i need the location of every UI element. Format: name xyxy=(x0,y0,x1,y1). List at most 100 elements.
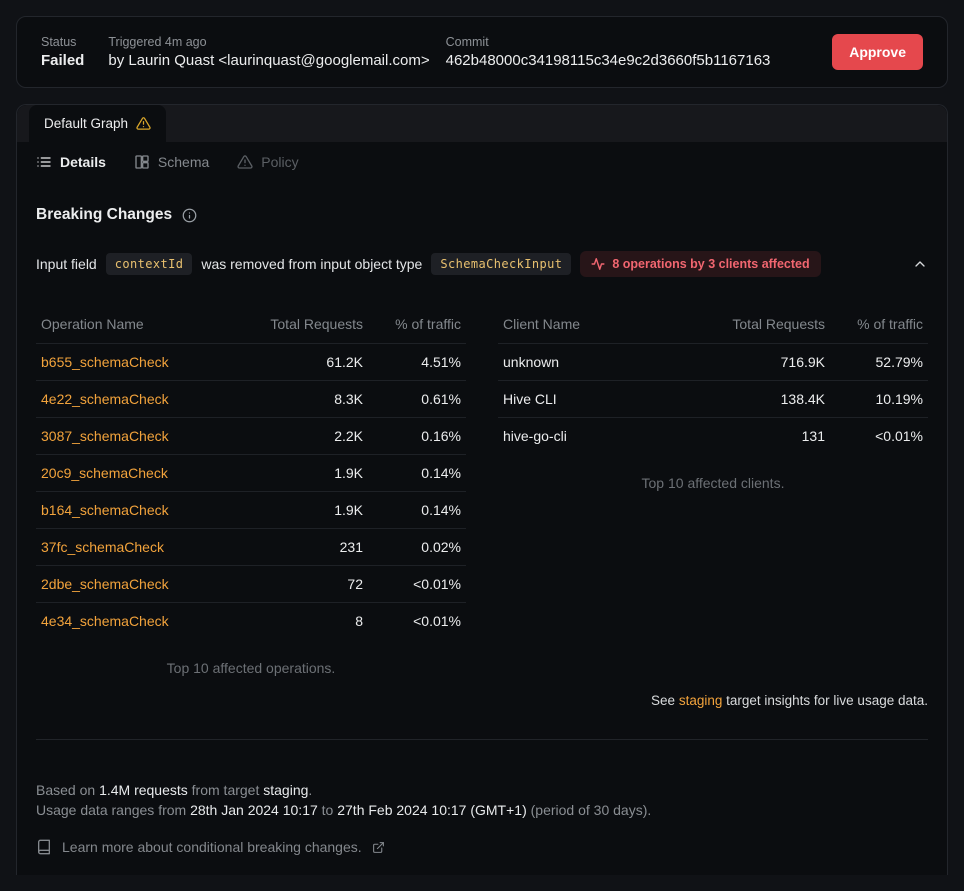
footer-text: 1.4M requests xyxy=(99,782,188,798)
list-icon xyxy=(36,154,52,170)
traffic-value: 0.61% xyxy=(363,391,461,407)
client-name: Hive CLI xyxy=(503,391,710,407)
operation-link[interactable]: 20c9_schemaCheck xyxy=(41,465,248,481)
chevron-up-icon[interactable] xyxy=(912,256,928,272)
table-row: 2dbe_schemaCheck 72 <0.01% xyxy=(36,565,466,602)
requests-value: 1.9K xyxy=(248,502,363,518)
tab-schema[interactable]: Schema xyxy=(134,154,209,170)
check-detail-card: Default Graph Details Schema Policy xyxy=(16,104,948,875)
traffic-value: 0.16% xyxy=(363,428,461,444)
traffic-value: 0.14% xyxy=(363,465,461,481)
field-code-chip: contextId xyxy=(106,253,193,275)
note-pre: See xyxy=(651,693,679,708)
details-content: Breaking Changes Input field contextId w… xyxy=(17,206,947,855)
table-row: 37fc_schemaCheck 231 0.02% xyxy=(36,528,466,565)
note-post: target insights for live usage data. xyxy=(722,693,928,708)
requests-value: 72 xyxy=(248,576,363,592)
table-row: 20c9_schemaCheck 1.9K 0.14% xyxy=(36,454,466,491)
triggered-value: by Laurin Quast <laurinquast@googlemail.… xyxy=(108,52,429,69)
operations-caption: Top 10 affected operations. xyxy=(36,660,466,676)
footer-text: Based on xyxy=(36,782,99,798)
graph-tab-label: Default Graph xyxy=(44,116,128,131)
activity-pulse-icon xyxy=(591,257,605,271)
triggered-label: Triggered 4m ago xyxy=(108,35,429,49)
operation-link[interactable]: 37fc_schemaCheck xyxy=(41,539,248,555)
status-block: Status Failed xyxy=(41,35,84,69)
footer-text: from target xyxy=(188,782,263,798)
clients-table-header: Client Name Total Requests % of traffic xyxy=(498,305,928,343)
table-row: unknown 716.9K 52.79% xyxy=(498,343,928,380)
triggered-block: Triggered 4m ago by Laurin Quast <laurin… xyxy=(108,35,429,69)
change-text-prefix: Input field xyxy=(36,256,97,272)
section-divider xyxy=(36,739,928,740)
operation-link[interactable]: 3087_schemaCheck xyxy=(41,428,248,444)
footer-text: Usage data ranges from xyxy=(36,802,190,818)
requests-value: 8 xyxy=(248,613,363,629)
approve-button[interactable]: Approve xyxy=(832,34,923,70)
warning-triangle-icon xyxy=(237,154,253,170)
info-icon xyxy=(182,208,197,223)
requests-value: 231 xyxy=(248,539,363,555)
clients-table: Client Name Total Requests % of traffic … xyxy=(498,305,928,491)
learn-more-link[interactable]: Learn more about conditional breaking ch… xyxy=(36,839,928,855)
operation-link[interactable]: b655_schemaCheck xyxy=(41,354,248,370)
operations-table-header: Operation Name Total Requests % of traff… xyxy=(36,305,466,343)
table-row: hive-go-cli 131 <0.01% xyxy=(498,417,928,454)
tab-details-label: Details xyxy=(60,154,106,170)
traffic-value: 0.02% xyxy=(363,539,461,555)
requests-value: 131 xyxy=(710,428,825,444)
staging-link[interactable]: staging xyxy=(679,693,723,708)
operation-link[interactable]: 4e34_schemaCheck xyxy=(41,613,248,629)
breaking-changes-title: Breaking Changes xyxy=(36,206,172,224)
table-row: Hive CLI 138.4K 10.19% xyxy=(498,380,928,417)
requests-value: 1.9K xyxy=(248,465,363,481)
tab-policy[interactable]: Policy xyxy=(237,154,298,170)
commit-label: Commit xyxy=(446,35,771,49)
requests-value: 2.2K xyxy=(248,428,363,444)
status-label: Status xyxy=(41,35,84,49)
status-value: Failed xyxy=(41,52,84,69)
footer-line-1: Based on 1.4M requests from target stagi… xyxy=(36,780,928,800)
traffic-value: 0.14% xyxy=(363,502,461,518)
traffic-value: 4.51% xyxy=(363,354,461,370)
requests-value: 8.3K xyxy=(248,391,363,407)
check-summary-card: Status Failed Triggered 4m ago by Laurin… xyxy=(16,16,948,88)
change-text-middle: was removed from input object type xyxy=(201,256,422,272)
footer-text: to xyxy=(318,802,337,818)
requests-value: 61.2K xyxy=(248,354,363,370)
footer-text: (period of 30 days). xyxy=(527,802,652,818)
operation-link[interactable]: 4e22_schemaCheck xyxy=(41,391,248,407)
traffic-value: 52.79% xyxy=(825,354,923,370)
col-operation-name: Operation Name xyxy=(41,316,248,332)
external-link-icon xyxy=(372,841,385,854)
table-row: 4e34_schemaCheck 8 <0.01% xyxy=(36,602,466,639)
insights-note: See staging target insights for live usa… xyxy=(36,693,928,708)
operation-link[interactable]: b164_schemaCheck xyxy=(41,502,248,518)
footer-text: . xyxy=(308,782,312,798)
footer-text: 28th Jan 2024 10:17 xyxy=(190,802,318,818)
traffic-value: 10.19% xyxy=(825,391,923,407)
client-name: hive-go-cli xyxy=(503,428,710,444)
tab-policy-label: Policy xyxy=(261,154,298,170)
impact-badge[interactable]: 8 operations by 3 clients affected xyxy=(580,251,820,277)
footer-text: staging xyxy=(263,782,308,798)
table-row: b655_schemaCheck 61.2K 4.51% xyxy=(36,343,466,380)
table-row: b164_schemaCheck 1.9K 0.14% xyxy=(36,491,466,528)
impact-badge-label: 8 operations by 3 clients affected xyxy=(612,257,809,271)
traffic-value: <0.01% xyxy=(825,428,923,444)
usage-footer: Based on 1.4M requests from target stagi… xyxy=(36,780,928,820)
commit-block: Commit 462b48000c34198115c34e9c2d3660f5b… xyxy=(446,35,771,69)
commit-value: 462b48000c34198115c34e9c2d3660f5b1167163 xyxy=(446,52,771,69)
tab-default-graph[interactable]: Default Graph xyxy=(29,105,166,142)
breaking-change-row: Input field contextId was removed from i… xyxy=(36,251,928,277)
table-row: 3087_schemaCheck 2.2K 0.16% xyxy=(36,417,466,454)
learn-more-label: Learn more about conditional breaking ch… xyxy=(62,839,362,855)
type-code-chip: SchemaCheckInput xyxy=(431,253,571,275)
book-icon xyxy=(36,839,52,855)
operation-link[interactable]: 2dbe_schemaCheck xyxy=(41,576,248,592)
traffic-value: <0.01% xyxy=(363,613,461,629)
col-total-requests: Total Requests xyxy=(248,316,363,332)
tab-details[interactable]: Details xyxy=(36,154,106,170)
col-traffic: % of traffic xyxy=(363,316,461,332)
footer-text: 27th Feb 2024 10:17 (GMT+1) xyxy=(337,802,527,818)
